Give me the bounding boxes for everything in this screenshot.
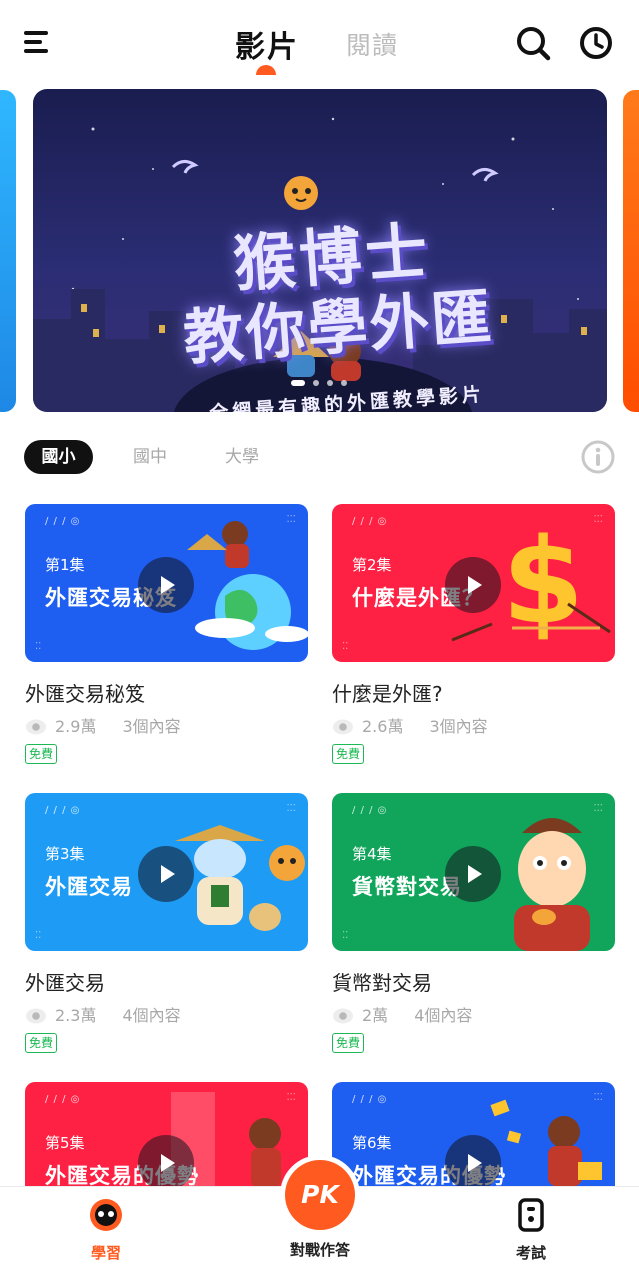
eye-icon [333, 1008, 353, 1024]
episode-number: 第5集 [45, 1134, 85, 1152]
episode-number: 第1集 [45, 556, 85, 574]
video-thumbnail[interactable]: / / / ◎ ⁚⁚⁚ ⁚⁚ 第1集 外匯交易秘笈 [25, 504, 308, 662]
episode-number: 第3集 [45, 845, 85, 863]
free-badge: 免費 [25, 1033, 58, 1053]
thumbnail-mark: ⁚⁚ [342, 641, 349, 652]
video-meta: 2萬 4個內容 [332, 1002, 473, 1025]
video-thumbnail[interactable]: $ / / / ◎ ⁚⁚⁚ ⁚⁚ 第2集 什麼是外匯？ [332, 504, 615, 662]
carousel-next-card[interactable] [623, 90, 639, 412]
thumbnail-mark: ⁚⁚ [342, 930, 349, 941]
active-tab-indicator [256, 65, 276, 75]
play-icon[interactable] [138, 557, 194, 613]
video-title[interactable]: 外匯交易秘笈 [25, 678, 145, 707]
pk-battle-button[interactable]: PK [285, 1160, 355, 1230]
eye-icon [26, 1008, 46, 1024]
eye-icon [26, 719, 46, 735]
video-card[interactable]: / / / ◎ ⁚⁚⁚ 第5集 外匯交易的優勢 [25, 1082, 308, 1186]
content-count: 4個內容 [414, 1006, 473, 1025]
thumbnail-mark: ⁚⁚⁚ [286, 1092, 296, 1103]
carousel-dot[interactable] [291, 380, 305, 386]
view-count: 2.3萬 [55, 1006, 97, 1025]
video-title[interactable]: 貨幣對交易 [332, 967, 432, 996]
carousel-prev-card[interactable] [0, 90, 16, 412]
video-card[interactable]: / / / ◎ ⁚⁚⁚ 第6集 外匯交易的優勢 [332, 1082, 615, 1186]
video-meta: 2.6萬 3個內容 [332, 713, 488, 736]
video-title[interactable]: 什麼是外匯? [332, 678, 443, 707]
thumbnail-mark: / / / ◎ [45, 805, 81, 816]
play-icon[interactable] [445, 1135, 501, 1186]
thumbnail-mark: ⁚⁚⁚ [593, 803, 603, 814]
banner-carousel[interactable]: 猴博士 教你學外匯 全網最有趣的外匯教學影片 [33, 89, 607, 412]
play-icon[interactable] [138, 846, 194, 902]
view-count: 2.6萬 [362, 717, 404, 736]
video-card[interactable]: / / / ◎ ⁚⁚⁚ ⁚⁚ 第4集 貨幣對交易 貨幣對交易 2萬 4個內容 免費 [332, 793, 615, 1063]
content-count: 3個內容 [122, 717, 181, 736]
thumbnail-mark: ⁚⁚ [35, 930, 42, 941]
top-header: 影片 閱讀 [0, 0, 639, 86]
carousel-pagination [291, 380, 347, 386]
search-icon[interactable] [515, 25, 551, 61]
video-card[interactable]: / / / ◎ ⁚⁚⁚ ⁚⁚ 第1集 外匯交易秘笈 外匯交易秘笈 2.9萬 3個內… [25, 504, 308, 774]
view-count: 2.9萬 [55, 717, 97, 736]
level-chip-junior-high[interactable]: 國中 [133, 440, 167, 474]
thumbnail-mark: / / / ◎ [45, 1094, 81, 1105]
nav-learn[interactable]: 學習 [51, 1187, 161, 1280]
play-icon[interactable] [445, 846, 501, 902]
free-badge: 免費 [332, 744, 365, 764]
content-count: 4個內容 [122, 1006, 181, 1025]
level-chip-elementary[interactable]: 國小 [24, 440, 93, 474]
video-thumbnail[interactable]: / / / ◎ ⁚⁚⁚ 第5集 外匯交易的優勢 [25, 1082, 308, 1186]
play-icon[interactable] [445, 557, 501, 613]
episode-number: 第4集 [352, 845, 392, 863]
thumbnail-mark: / / / ◎ [352, 805, 388, 816]
tab-reading[interactable]: 閱讀 [346, 26, 398, 62]
learn-face-icon [90, 1199, 122, 1231]
thumbnail-mark: ⁚⁚ [35, 641, 42, 652]
pk-battle-label[interactable]: 對戰作答 [255, 1239, 385, 1260]
exam-icon [518, 1198, 544, 1232]
carousel-dot[interactable] [327, 380, 333, 386]
level-filter: 國小 國中 大學 [0, 440, 639, 476]
thumbnail-mark: / / / ◎ [352, 516, 388, 527]
thumbnail-mark: ⁚⁚⁚ [286, 514, 296, 525]
thumbnail-mark: ⁚⁚⁚ [593, 1092, 603, 1103]
thumbnail-mark: / / / ◎ [45, 516, 81, 527]
eye-icon [333, 719, 353, 735]
free-badge: 免費 [332, 1033, 365, 1053]
thumbnail-mark: / / / ◎ [352, 1094, 388, 1105]
video-meta: 2.3萬 4個內容 [25, 1002, 181, 1025]
level-chip-university[interactable]: 大學 [225, 440, 259, 474]
video-meta: 2.9萬 3個內容 [25, 713, 181, 736]
hamburger-menu-icon[interactable] [22, 28, 52, 58]
nav-exam[interactable]: 考試 [476, 1187, 586, 1280]
video-title[interactable]: 外匯交易 [25, 967, 105, 996]
video-thumbnail[interactable]: / / / ◎ ⁚⁚⁚ 第6集 外匯交易的優勢 [332, 1082, 615, 1186]
video-thumbnail[interactable]: / / / ◎ ⁚⁚⁚ ⁚⁚ 第3集 外匯交易 [25, 793, 308, 951]
view-count: 2萬 [362, 1006, 389, 1025]
thumbnail-mark: ⁚⁚⁚ [593, 514, 603, 525]
video-card[interactable]: $ / / / ◎ ⁚⁚⁚ ⁚⁚ 第2集 什麼是外匯？ 什麼是外匯? 2.6萬 3… [332, 504, 615, 774]
free-badge: 免費 [25, 744, 58, 764]
nav-learn-label: 學習 [90, 1244, 121, 1262]
carousel-dot[interactable] [313, 380, 319, 386]
tab-video[interactable]: 影片 [235, 22, 299, 66]
carousel-dot[interactable] [341, 380, 347, 386]
video-thumbnail[interactable]: / / / ◎ ⁚⁚⁚ ⁚⁚ 第4集 貨幣對交易 [332, 793, 615, 951]
play-icon[interactable] [138, 1135, 194, 1186]
nav-exam-label: 考試 [515, 1244, 546, 1262]
thumbnail-title: 外匯交易 [45, 875, 133, 899]
content-count: 3個內容 [429, 717, 488, 736]
video-card[interactable]: / / / ◎ ⁚⁚⁚ ⁚⁚ 第3集 外匯交易 外匯交易 2.3萬 4個內容 免費 [25, 793, 308, 1063]
episode-number: 第6集 [352, 1134, 392, 1152]
thumbnail-mark: ⁚⁚⁚ [286, 803, 296, 814]
clock-icon[interactable] [578, 25, 614, 61]
info-icon[interactable] [581, 440, 615, 474]
episode-number: 第2集 [352, 556, 392, 574]
